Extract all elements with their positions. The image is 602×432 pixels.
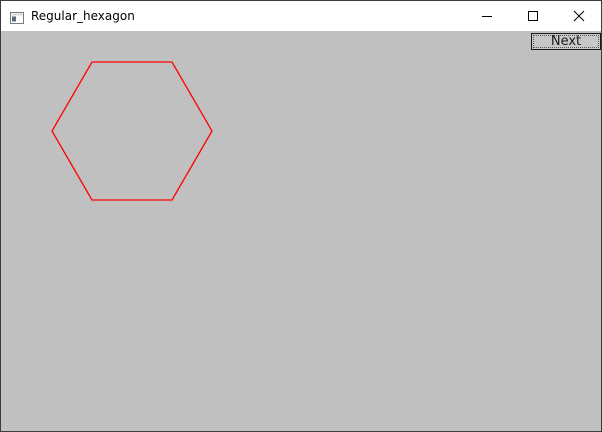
maximize-button[interactable] — [510, 1, 556, 31]
close-icon — [573, 10, 585, 22]
maximize-icon — [528, 11, 538, 21]
window-title: Regular_hexagon — [31, 9, 135, 23]
minimize-icon — [482, 16, 492, 17]
regular-hexagon — [51, 61, 213, 201]
next-button-label: Next — [550, 34, 582, 49]
app-window: Regular_hexagon Next — [0, 0, 602, 432]
close-button[interactable] — [556, 1, 601, 31]
window-app-icon — [10, 9, 24, 24]
minimize-button[interactable] — [464, 1, 510, 31]
hexagon-canvas — [51, 61, 213, 201]
drawing-area: Next — [1, 31, 601, 431]
next-button[interactable]: Next — [531, 33, 601, 50]
title-bar[interactable]: Regular_hexagon — [1, 1, 601, 31]
